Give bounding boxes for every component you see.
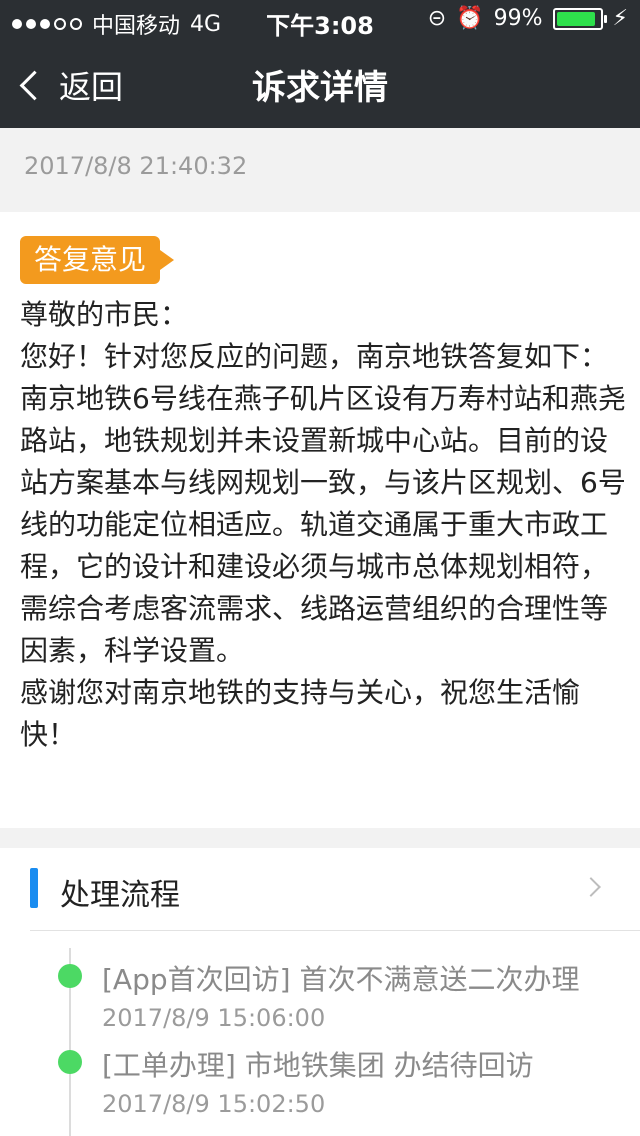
request-datetime: 2017/8/8 21:40:32 xyxy=(24,152,248,180)
status-bar: 中国移动 4G 下午3:08 ⊝ ⏰ 99% ⚡ xyxy=(0,0,640,40)
divider xyxy=(30,930,640,931)
step-time: 2017/8/9 15:02:50 xyxy=(102,1090,326,1118)
page-title: 诉求详情 xyxy=(252,68,388,108)
reply-badge: 答复意见 xyxy=(20,236,175,284)
process-card: 处理流程 [App首次回访] 首次不满意送二次办理 2017/8/9 15:06… xyxy=(0,848,640,1136)
process-header[interactable]: 处理流程 xyxy=(0,848,640,930)
charging-icon: ⚡ xyxy=(612,6,628,31)
reply-text: 尊敬的市民： 您好！针对您反应的问题，南京地铁答复如下： 南京地铁6号线在燕子矶… xyxy=(20,298,626,751)
battery-icon xyxy=(552,7,607,30)
step-time: 2017/8/9 15:06:00 xyxy=(102,1004,326,1032)
chevron-right-icon xyxy=(581,877,601,897)
orientation-lock-icon: ⊝ xyxy=(427,6,447,31)
section-accent-bar xyxy=(30,868,38,908)
status-dot-icon xyxy=(58,964,82,988)
nav-bar: 返回 诉求详情 xyxy=(0,40,640,128)
request-datetime-row: 2017/8/8 21:40:32 xyxy=(0,128,640,192)
step-title: [工单办理] 市地铁集团 办结待回访 xyxy=(102,1049,534,1082)
status-dot-icon xyxy=(58,1050,82,1074)
battery-percent: 99% xyxy=(493,6,543,31)
process-title: 处理流程 xyxy=(60,878,180,913)
reply-card: 答复意见 尊敬的市民： 您好！针对您反应的问题，南京地铁答复如下： 南京地铁6号… xyxy=(0,212,640,828)
step-title: [App首次回访] 首次不满意送二次办理 xyxy=(102,963,580,996)
alarm-icon: ⏰ xyxy=(456,6,484,31)
